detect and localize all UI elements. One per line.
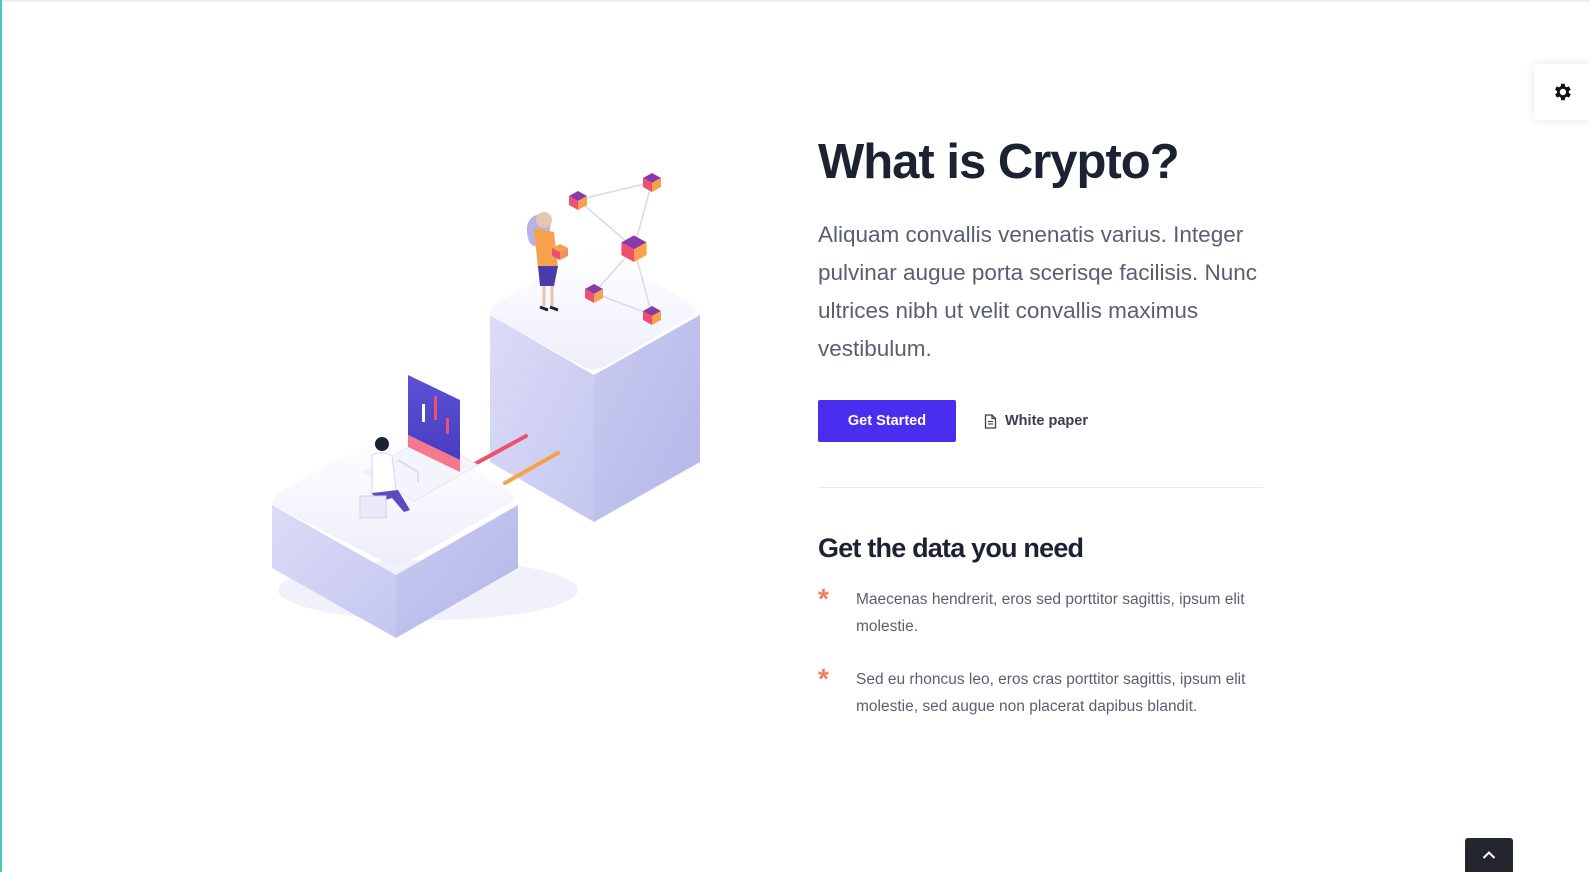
content-column: What is Crypto? Aliquam convallis venena… <box>818 130 1263 746</box>
back-to-top-button[interactable] <box>1465 838 1513 872</box>
top-border <box>0 0 1590 2</box>
feature-text: Maecenas hendrerit, eros sed porttitor s… <box>856 591 1245 635</box>
asterisk-icon: * <box>818 663 829 694</box>
document-icon <box>984 413 997 429</box>
white-paper-label: White paper <box>1005 413 1088 429</box>
crypto-illustration <box>272 173 700 638</box>
asterisk-icon: * <box>818 583 829 614</box>
left-border-accent <box>0 0 2 872</box>
page-title: What is Crypto? <box>818 135 1180 189</box>
chevron-up-icon <box>1482 850 1496 860</box>
list-item: * Maecenas hendrerit, eros sed porttitor… <box>818 583 1263 640</box>
intro-paragraph: Aliquam convallis venenatis varius. Inte… <box>818 222 1257 361</box>
settings-toggle-button[interactable] <box>1534 64 1590 120</box>
list-item: * Sed eu rhoncus leo, eros cras porttito… <box>818 663 1263 720</box>
gear-icon <box>1551 81 1573 103</box>
hero-actions: Get Started White paper <box>818 400 1263 442</box>
section-divider <box>818 487 1263 488</box>
white-paper-link[interactable]: White paper <box>984 413 1088 429</box>
feature-text: Sed eu rhoncus leo, eros cras porttitor … <box>856 671 1246 715</box>
features-title: Get the data you need <box>818 533 1084 563</box>
get-started-button[interactable]: Get Started <box>818 400 956 442</box>
feature-list: * Maecenas hendrerit, eros sed porttitor… <box>818 583 1263 720</box>
